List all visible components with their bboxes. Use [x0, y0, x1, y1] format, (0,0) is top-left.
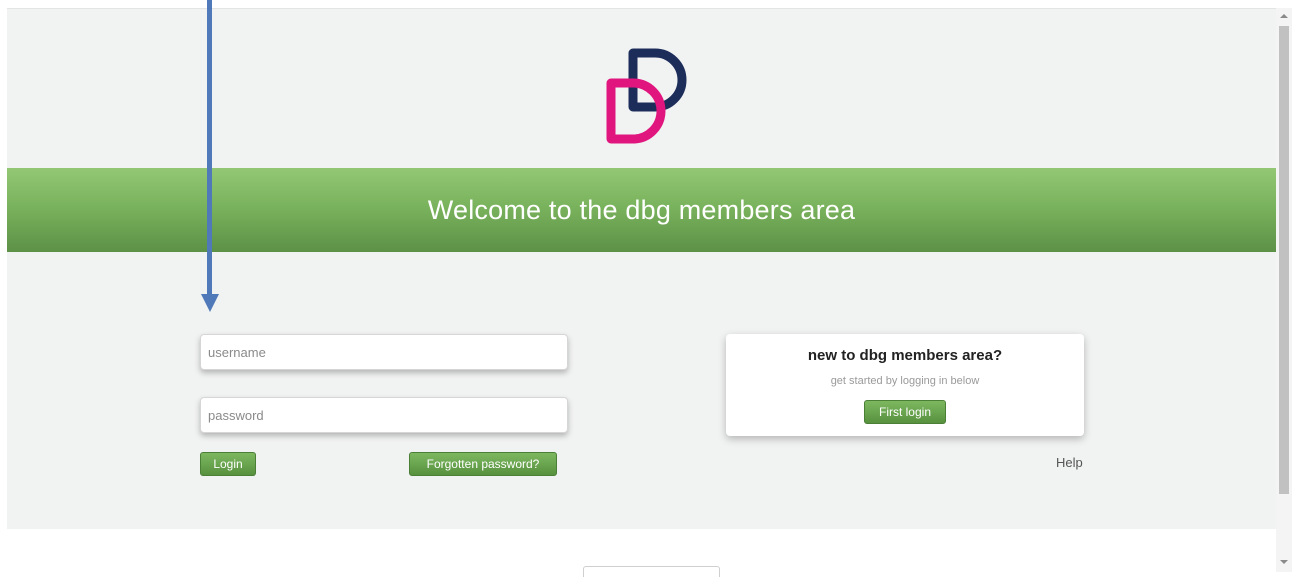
help-link[interactable]: Help: [1056, 455, 1083, 470]
welcome-banner: Welcome to the dbg members area: [7, 168, 1276, 252]
banner-title: Welcome to the dbg members area: [427, 194, 856, 225]
new-member-card: new to dbg members area? get started by …: [726, 334, 1084, 436]
password-input[interactable]: [200, 397, 568, 433]
login-page: Welcome to the dbg members area Login Fo…: [7, 8, 1276, 529]
scroll-thumb[interactable]: [1279, 26, 1289, 494]
scroll-down-arrow-icon[interactable]: [1280, 560, 1288, 564]
vertical-scrollbar[interactable]: [1276, 8, 1292, 572]
scroll-up-arrow-icon[interactable]: [1280, 14, 1288, 18]
forgotten-password-button[interactable]: Forgotten password?: [409, 452, 557, 476]
login-button[interactable]: Login: [200, 452, 256, 476]
username-input[interactable]: [200, 334, 568, 370]
new-member-subtitle: get started by logging in below: [830, 375, 980, 387]
first-login-button[interactable]: First login: [864, 400, 946, 424]
new-member-title: new to dbg members area?: [807, 347, 1003, 364]
dbg-logo-icon: [606, 48, 687, 144]
arrow-down-icon: [201, 0, 219, 312]
